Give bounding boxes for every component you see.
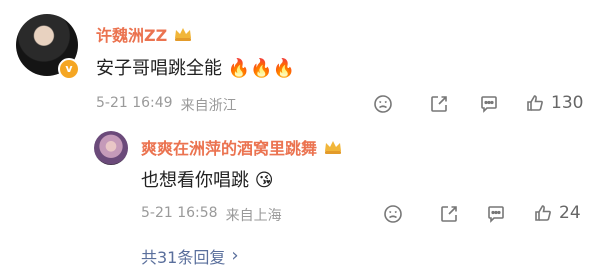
comment-location: 来自浙江 — [180, 98, 237, 114]
comment-emoji: 🔥🔥🔥 — [227, 58, 295, 79]
view-replies-link[interactable]: 共31条回复 › — [141, 244, 239, 268]
verified-icon: v — [58, 58, 80, 80]
like-count: 130 — [551, 93, 584, 113]
like-count: 24 — [559, 203, 581, 223]
reply-location: 来自上海 — [225, 208, 282, 224]
like-button[interactable]: 24 — [533, 203, 581, 223]
share-icon[interactable] — [429, 94, 449, 114]
dislike-icon[interactable] — [383, 204, 403, 224]
comment-header: 许魏洲ZZ — [96, 22, 193, 46]
replies-count-text: 共31条回复 — [141, 248, 226, 267]
reply-date: 5-21 16:58 — [141, 205, 218, 221]
comment-meta: 5-21 16:49 来自浙江 — [96, 95, 237, 115]
dislike-icon[interactable] — [373, 94, 393, 114]
comment-date: 5-21 16:49 — [96, 95, 173, 111]
reply-emoji: 😘 — [254, 170, 274, 191]
crown-badge-icon — [323, 139, 343, 155]
comment-text: 安子哥唱跳全能 — [96, 58, 222, 79]
avatar-reply[interactable] — [94, 131, 128, 165]
comment-content: 安子哥唱跳全能 🔥🔥🔥 — [96, 54, 295, 80]
crown-badge-icon — [173, 26, 193, 42]
reply-text: 也想看你唱跳 — [141, 170, 249, 191]
like-icon — [533, 203, 553, 223]
comment-icon[interactable] — [479, 94, 499, 114]
comment-icon[interactable] — [486, 204, 506, 224]
like-button[interactable]: 130 — [525, 93, 583, 113]
reply-content: 也想看你唱跳 😘 — [141, 166, 274, 192]
reply-username[interactable]: 爽爽在洲萍的酒窝里跳舞 — [141, 135, 317, 159]
reply-header: 爽爽在洲萍的酒窝里跳舞 — [141, 135, 343, 159]
share-icon[interactable] — [439, 204, 459, 224]
comment-username[interactable]: 许魏洲ZZ — [96, 22, 167, 46]
chevron-right-icon: › — [231, 245, 239, 266]
reply-meta: 5-21 16:58 来自上海 — [141, 205, 282, 225]
like-icon — [525, 93, 545, 113]
